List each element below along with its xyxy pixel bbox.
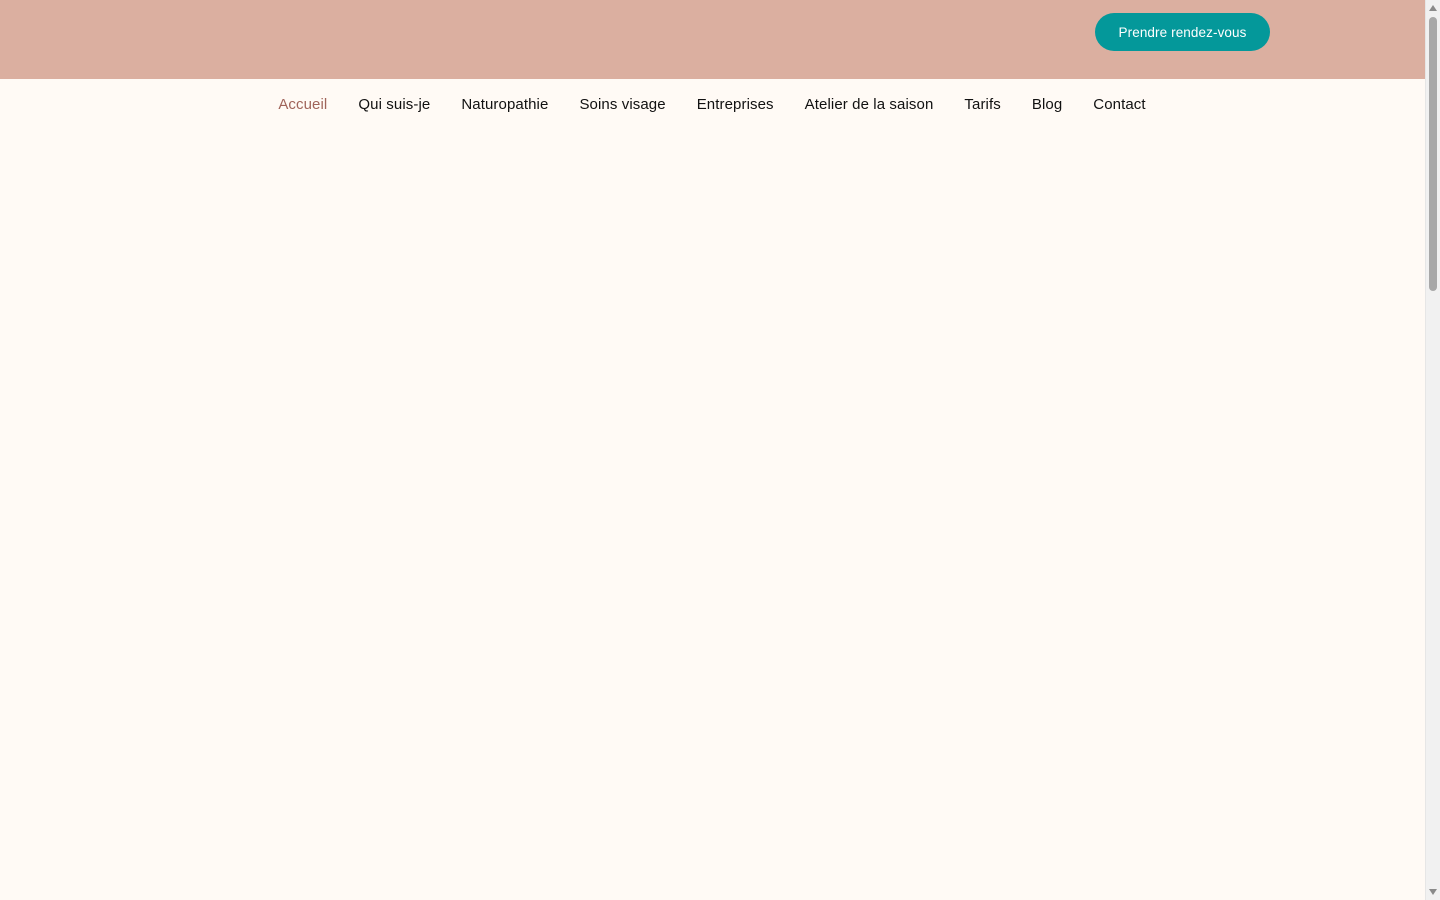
- nav-item-naturopathie[interactable]: Naturopathie: [461, 96, 548, 113]
- main-navigation: Accueil Qui suis-je Naturopathie Soins v…: [0, 79, 1425, 129]
- nav-item-accueil[interactable]: Accueil: [278, 96, 327, 113]
- nav-item-blog[interactable]: Blog: [1032, 96, 1062, 113]
- scroll-up-arrow-icon[interactable]: [1429, 5, 1437, 11]
- nav-item-contact[interactable]: Contact: [1093, 96, 1145, 113]
- nav-item-atelier-de-la-saison[interactable]: Atelier de la saison: [805, 96, 934, 113]
- scrollbar-thumb[interactable]: [1429, 17, 1437, 291]
- book-appointment-button[interactable]: Prendre rendez-vous: [1095, 13, 1270, 51]
- top-header-bar: Prendre rendez-vous: [0, 0, 1425, 79]
- page: Prendre rendez-vous Accueil Qui suis-je …: [0, 0, 1425, 900]
- nav-item-entreprises[interactable]: Entreprises: [697, 96, 774, 113]
- nav-list: Accueil Qui suis-je Naturopathie Soins v…: [278, 96, 1145, 113]
- scroll-down-arrow-icon[interactable]: [1429, 889, 1437, 895]
- nav-item-soins-visage[interactable]: Soins visage: [579, 96, 665, 113]
- nav-item-qui-suis-je[interactable]: Qui suis-je: [358, 96, 430, 113]
- vertical-scrollbar[interactable]: [1425, 0, 1440, 900]
- nav-item-tarifs[interactable]: Tarifs: [964, 96, 1000, 113]
